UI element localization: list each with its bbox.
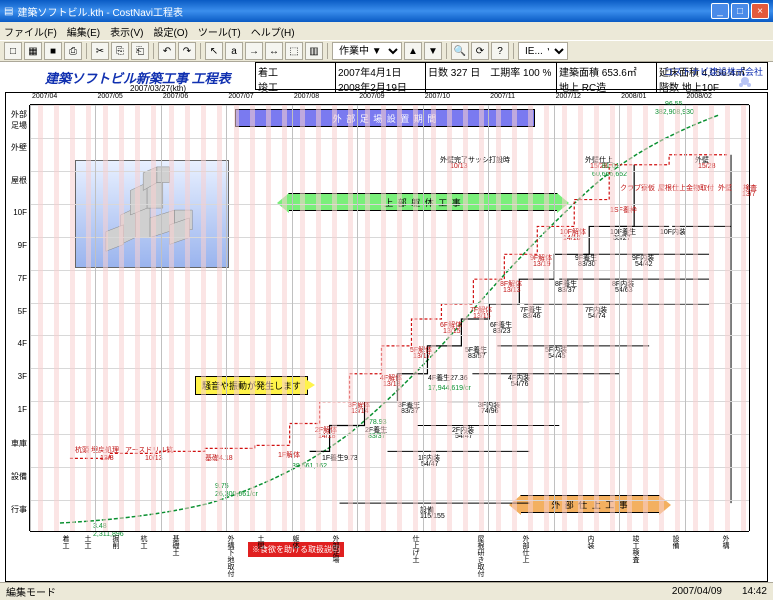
tb-save-icon[interactable]: ■ xyxy=(44,42,62,60)
event-label: 外構 xyxy=(720,535,730,549)
month-label: 2007/09 xyxy=(359,93,384,100)
row-label: 行事 xyxy=(11,504,27,515)
month-label: 2007/10 xyxy=(425,93,450,100)
month-label: 2008/01 xyxy=(621,93,646,100)
tb-print-icon[interactable]: ⎙ xyxy=(64,42,82,60)
row-label: 外壁 xyxy=(11,142,27,153)
row-label: 3F xyxy=(18,372,27,381)
tb-select-icon[interactable]: ↖ xyxy=(205,42,223,60)
chart-tag: 1F解体 xyxy=(278,450,300,460)
status-time: 14:42 xyxy=(742,586,767,597)
row-label: 設備 xyxy=(11,471,27,482)
window-close-button[interactable]: × xyxy=(751,3,769,19)
row-label: 10F xyxy=(13,208,27,217)
tb-new-icon[interactable]: □ xyxy=(4,42,22,60)
tb-help-icon[interactable]: ? xyxy=(491,42,509,60)
tb-rect-icon[interactable]: ⬚ xyxy=(285,42,303,60)
tb-zoom-in-icon[interactable]: ▲ xyxy=(404,42,422,60)
month-label: 2007/04 xyxy=(32,93,57,100)
event-label: 着工 xyxy=(60,535,70,549)
event-label: 竣工検査 xyxy=(630,535,640,563)
toolbar: □ ▦ ■ ⎙ ✂ ⎘ ⎗ ↶ ↷ ↖ a → ↔ ⬚ ▥ 作業中 ▼ ▲ ▼ … xyxy=(0,40,773,62)
row-label: 4F xyxy=(18,339,27,348)
event-label: 土間 xyxy=(255,535,265,549)
status-date: 2007/04/09 xyxy=(672,586,722,597)
chart-tag: 13/15 xyxy=(443,328,461,335)
row-label: 9F xyxy=(18,241,27,250)
window-maximize-button[interactable]: □ xyxy=(731,3,749,19)
logo-icon xyxy=(735,76,755,90)
time-axis: 2007/04 2007/05 2007/06 2007/07 2007/08 2007/… xyxy=(30,93,749,105)
month-label: 2007/07 xyxy=(228,93,253,100)
menu-edit[interactable]: 編集(E) xyxy=(67,24,100,39)
row-label: 5F xyxy=(18,307,27,316)
row-axis: 外部足場外壁屋根 10F 9F 7F 5F 4F 3F 1F 車庫設備行事 xyxy=(6,105,30,531)
chart-tag: アースドリル杭 xyxy=(125,445,173,455)
tb-undo-icon[interactable]: ↶ xyxy=(158,42,176,60)
window-titlebar: ▤ 建築ソフトビル.kth - CostNavi工程表 _ □ × xyxy=(0,0,773,22)
window-minimize-button[interactable]: _ xyxy=(711,3,729,19)
menu-tool[interactable]: ツール(T) xyxy=(198,24,241,39)
status-bar: 編集モード 2007/04/09 14:42 xyxy=(0,582,773,600)
tb-mode-select[interactable]: 作業中 ▼ xyxy=(332,42,402,60)
month-label: 2008/02 xyxy=(687,93,712,100)
chart-plot[interactable]: 外 部 足 場 設 置 期 間 上 部 躯 体 工 事 外 部 仕 上 工 事 … xyxy=(30,105,749,531)
chart-tag: 83/37 xyxy=(558,287,576,294)
month-label: 2007/11 xyxy=(490,93,515,100)
row-label: 外部足場 xyxy=(6,109,27,131)
event-label: 外部仕上 xyxy=(520,535,530,563)
event-label: 設備 xyxy=(670,535,680,549)
tb-paste-icon[interactable]: ⎗ xyxy=(131,42,149,60)
window-title: 建築ソフトビル.kth - CostNavi工程表 xyxy=(17,4,183,19)
chart-tag: 杭頭 埋戻処理 xyxy=(75,445,119,455)
chart-tag: 屋根仕上金物取付 xyxy=(658,183,714,193)
tb-combo-select[interactable]: IE... ▼ xyxy=(518,42,568,60)
row-label: 屋根 xyxy=(11,175,27,186)
row-label: 1F xyxy=(18,405,27,414)
chart-tag: クラブ寮仮 xyxy=(620,183,655,193)
tb-redo-icon[interactable]: ↷ xyxy=(178,42,196,60)
event-label: 屋根研き取付 xyxy=(475,535,485,577)
tb-refresh-icon[interactable]: ⟳ xyxy=(471,42,489,60)
status-mode: 編集モード xyxy=(6,584,56,599)
event-label: 杭工 xyxy=(138,535,148,549)
tb-cut-icon[interactable]: ✂ xyxy=(91,42,109,60)
right-scale xyxy=(749,105,767,531)
tb-search-icon[interactable]: 🔍 xyxy=(451,42,469,60)
row-label: 車庫 xyxy=(11,438,27,449)
event-axis: 着工土工 掘削 杭工 基礎土 外構下地取付 土間 躯体 外部足場 仕上げ土 屋根研き取付 外部仕上 内… xyxy=(30,531,749,581)
event-label: 仕上げ土 xyxy=(410,535,420,563)
gantt-chart[interactable]: 2007/04 2007/05 2007/06 2007/07 2007/08 2007/… xyxy=(5,92,768,582)
month-label: 2007/12 xyxy=(556,93,581,100)
tb-copy-icon[interactable]: ⎘ xyxy=(111,42,129,60)
tb-text-icon[interactable]: a xyxy=(225,42,243,60)
event-label: 土工 xyxy=(82,535,92,549)
row-label: 7F xyxy=(18,274,27,283)
menu-file[interactable]: ファイル(F) xyxy=(4,24,57,39)
menu-help[interactable]: ヘルプ(H) xyxy=(251,24,295,39)
event-label: 基礎土 xyxy=(170,535,180,556)
menu-settings[interactable]: 設定(O) xyxy=(153,24,187,39)
tb-link-icon[interactable]: ↔ xyxy=(265,42,283,60)
month-label: 2007/08 xyxy=(294,93,319,100)
menubar: ファイル(F) 編集(E) 表示(V) 設定(O) ツール(T) ヘルプ(H) xyxy=(0,22,773,40)
tb-fill-icon[interactable]: ▥ xyxy=(305,42,323,60)
tb-zoom-out-icon[interactable]: ▼ xyxy=(424,42,442,60)
event-label: 外構下地取付 xyxy=(225,535,235,577)
menu-view[interactable]: 表示(V) xyxy=(110,24,143,39)
event-label: 掘削 xyxy=(110,535,120,549)
event-label: 内装 xyxy=(585,535,595,549)
tb-open-icon[interactable]: ▦ xyxy=(24,42,42,60)
event-label: 外部足場 xyxy=(330,535,340,563)
content-area: 建築ソフトビル新築工事 工程表 2007/03/27(kth) 着工竣工 200… xyxy=(0,62,773,582)
month-label: 2007/06 xyxy=(163,93,188,100)
month-label: 2007/05 xyxy=(97,93,122,100)
event-label: 躯体 xyxy=(290,535,300,549)
tb-arrow-icon[interactable]: → xyxy=(245,42,263,60)
banner-finish: 外 部 仕 上 工 事 xyxy=(520,495,660,513)
